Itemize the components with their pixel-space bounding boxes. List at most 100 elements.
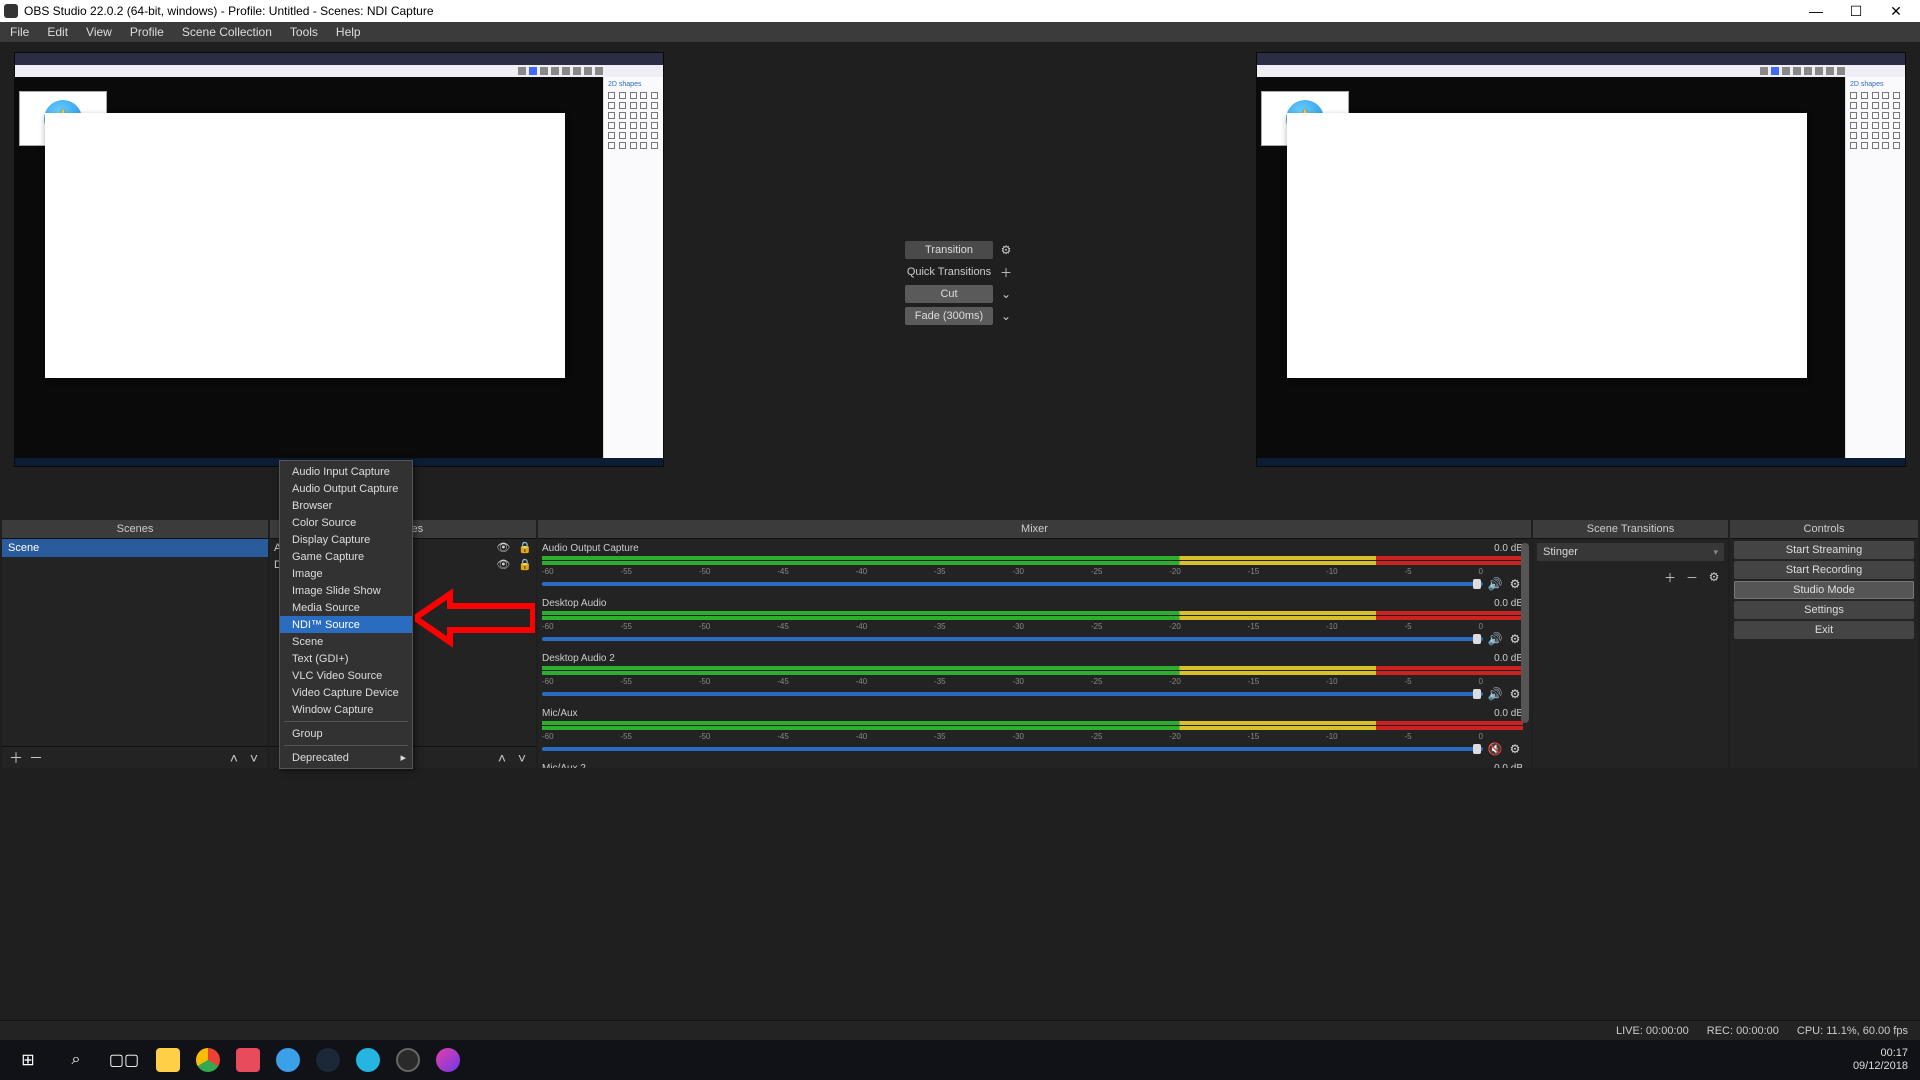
control-button-start-recording[interactable]: Start Recording	[1734, 561, 1914, 579]
remove-transition-icon[interactable]: －	[1684, 569, 1700, 585]
menu-item-game-capture[interactable]: Game Capture	[280, 548, 412, 565]
windows-taskbar: ⊞ ⌕ ▢▢ 00:17 09/12/2018	[0, 1040, 1920, 1080]
menu-item-color-source[interactable]: Color Source	[280, 514, 412, 531]
remove-scene-icon[interactable]: －	[28, 750, 44, 766]
menu-scene-collection[interactable]: Scene Collection	[178, 23, 276, 41]
lock-icon[interactable]: 🔒	[518, 558, 532, 571]
app-icon[interactable]	[228, 1040, 268, 1080]
search-icon[interactable]: ⌕	[52, 1040, 100, 1080]
volume-slider[interactable]	[542, 747, 1483, 751]
menu-file[interactable]: File	[6, 23, 33, 41]
menu-item-browser[interactable]: Browser	[280, 497, 412, 514]
mute-icon[interactable]: 🔇	[1487, 741, 1503, 757]
speaker-icon[interactable]: 🔊	[1487, 631, 1503, 647]
menu-item-audio-output-capture[interactable]: Audio Output Capture	[280, 480, 412, 497]
menu-item-vlc-video-source[interactable]: VLC Video Source	[280, 667, 412, 684]
quick-transition-fade[interactable]: Fade (300ms)	[905, 307, 993, 325]
mixer-channel: Desktop Audio 20.0 dB -60-55-50-45-40-35…	[542, 653, 1523, 702]
move-up-icon[interactable]: ˄	[226, 750, 242, 766]
control-button-start-streaming[interactable]: Start Streaming	[1734, 541, 1914, 559]
task-view-icon[interactable]: ▢▢	[100, 1040, 148, 1080]
channel-name: Desktop Audio	[542, 598, 607, 609]
mixer-header: Mixer	[538, 520, 1531, 539]
vu-meter	[542, 611, 1523, 621]
move-down-icon[interactable]: ˅	[514, 750, 530, 766]
menu-item-group[interactable]: Group	[280, 725, 412, 742]
mixer-channel: Audio Output Capture0.0 dB -60-55-50-45-…	[542, 543, 1523, 592]
status-live: LIVE: 00:00:00	[1616, 1025, 1689, 1037]
volume-slider[interactable]	[542, 637, 1483, 641]
menu-item-media-source[interactable]: Media Source	[280, 599, 412, 616]
menu-help[interactable]: Help	[332, 23, 365, 41]
obs-icon	[4, 4, 18, 18]
preview-pane-left[interactable]: 2D shapes	[14, 52, 664, 467]
scene-item[interactable]: Scene	[2, 539, 268, 557]
add-quick-transition-icon[interactable]: ＋	[997, 263, 1015, 281]
menu-item-ndi-source[interactable]: NDI™ Source	[280, 616, 412, 633]
menu-item-video-capture-device[interactable]: Video Capture Device	[280, 684, 412, 701]
menu-item-image[interactable]: Image	[280, 565, 412, 582]
chevron-down-icon[interactable]: ⌄	[997, 285, 1015, 303]
system-tray[interactable]: 00:17 09/12/2018	[1853, 1047, 1916, 1073]
add-scene-icon[interactable]: ＋	[8, 750, 24, 766]
menu-item-window-capture[interactable]: Window Capture	[280, 701, 412, 718]
preview-pane-right[interactable]: 2D shapes	[1256, 52, 1906, 467]
lock-icon[interactable]: 🔒	[518, 541, 532, 554]
channel-db: 0.0 dB	[1494, 763, 1523, 768]
channel-name: Mic/Aux 2	[542, 763, 586, 768]
app-icon[interactable]	[428, 1040, 468, 1080]
menu-item-scene[interactable]: Scene	[280, 633, 412, 650]
channel-db: 0.0 dB	[1494, 543, 1523, 554]
control-button-settings[interactable]: Settings	[1734, 601, 1914, 619]
menu-item-text-gdi-[interactable]: Text (GDI+)	[280, 650, 412, 667]
speaker-icon[interactable]: 🔊	[1487, 576, 1503, 592]
menu-item-deprecated[interactable]: Deprecated	[280, 749, 412, 766]
scrollbar-thumb[interactable]	[1521, 543, 1529, 723]
explorer-icon[interactable]	[148, 1040, 188, 1080]
move-down-icon[interactable]: ˅	[246, 750, 262, 766]
visibility-icon[interactable]: 👁	[496, 558, 510, 571]
channel-settings-icon[interactable]: ⚙	[1507, 741, 1523, 757]
visibility-icon[interactable]: 👁	[496, 541, 510, 554]
app-icon[interactable]	[268, 1040, 308, 1080]
obs-icon[interactable]	[388, 1040, 428, 1080]
scenes-header: Scenes	[2, 520, 268, 539]
maximize-button[interactable]: ☐	[1836, 0, 1876, 22]
transition-select[interactable]: Stinger▾	[1537, 543, 1724, 561]
minimize-button[interactable]: —	[1796, 0, 1836, 22]
mixer-channel: Mic/Aux 20.0 dB -60-55-50-45-40-35-30-25…	[542, 763, 1523, 768]
menu-item-display-capture[interactable]: Display Capture	[280, 531, 412, 548]
channel-db: 0.0 dB	[1494, 653, 1523, 664]
speaker-icon[interactable]: 🔊	[1487, 686, 1503, 702]
transition-properties-icon[interactable]: ⚙	[1706, 569, 1722, 585]
menu-view[interactable]: View	[82, 23, 116, 41]
chrome-icon[interactable]	[188, 1040, 228, 1080]
control-button-exit[interactable]: Exit	[1734, 621, 1914, 639]
volume-slider[interactable]	[542, 692, 1483, 696]
move-up-icon[interactable]: ˄	[494, 750, 510, 766]
menu-tools[interactable]: Tools	[286, 23, 322, 41]
app-icon[interactable]	[348, 1040, 388, 1080]
tray-date: 09/12/2018	[1853, 1060, 1908, 1073]
transition-settings-icon[interactable]: ⚙	[997, 241, 1015, 259]
menu-edit[interactable]: Edit	[43, 23, 72, 41]
steam-icon[interactable]	[308, 1040, 348, 1080]
menu-item-audio-input-capture[interactable]: Audio Input Capture	[280, 463, 412, 480]
control-button-studio-mode[interactable]: Studio Mode	[1734, 581, 1914, 599]
close-button[interactable]: ✕	[1876, 0, 1916, 22]
vu-meter	[542, 556, 1523, 566]
menu-profile[interactable]: Profile	[126, 23, 168, 41]
chevron-down-icon[interactable]: ⌄	[997, 307, 1015, 325]
add-transition-icon[interactable]: ＋	[1662, 569, 1678, 585]
mixer-channel: Desktop Audio0.0 dB -60-55-50-45-40-35-3…	[542, 598, 1523, 647]
mixer-dock: Mixer Audio Output Capture0.0 dB -60-55-…	[538, 520, 1531, 768]
channel-db: 0.0 dB	[1494, 708, 1523, 719]
start-button[interactable]: ⊞	[4, 1040, 52, 1080]
window-titlebar: OBS Studio 22.0.2 (64-bit, windows) - Pr…	[0, 0, 1920, 22]
quick-transition-cut[interactable]: Cut	[905, 285, 993, 303]
channel-name: Mic/Aux	[542, 708, 578, 719]
channel-name: Audio Output Capture	[542, 543, 639, 554]
volume-slider[interactable]	[542, 582, 1483, 586]
menu-item-image-slide-show[interactable]: Image Slide Show	[280, 582, 412, 599]
transition-button[interactable]: Transition	[905, 241, 993, 259]
